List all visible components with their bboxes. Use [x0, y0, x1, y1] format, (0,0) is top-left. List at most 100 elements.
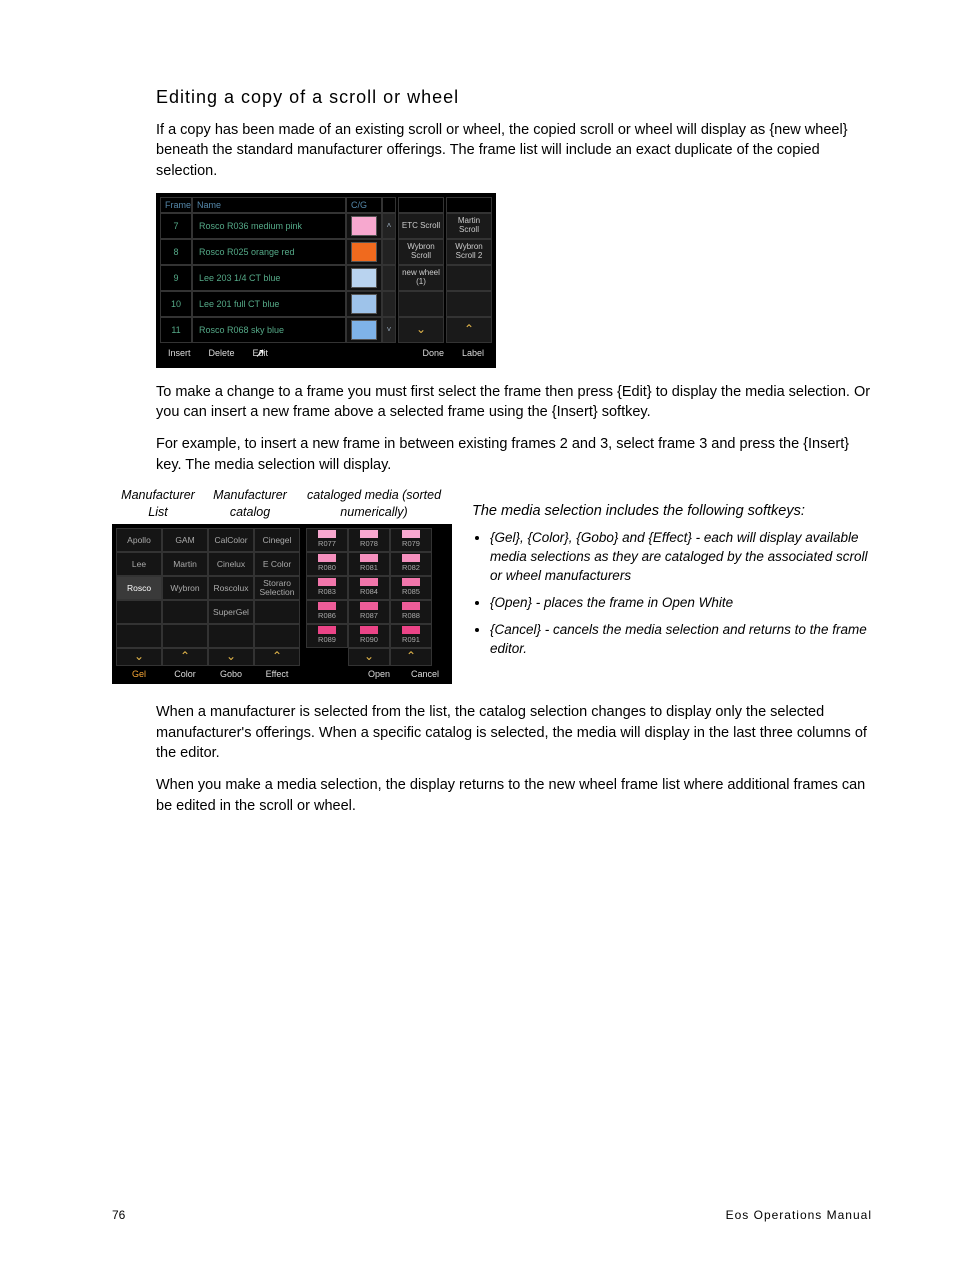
manufacturer-item: [116, 600, 162, 624]
media-item[interactable]: R081: [348, 552, 390, 576]
catalog-item: [254, 600, 300, 624]
frame-number[interactable]: 9: [160, 265, 192, 291]
paragraph-4: When a manufacturer is selected from the…: [156, 702, 872, 763]
media-item[interactable]: R078: [348, 528, 390, 552]
edit-button[interactable]: Edit: [253, 347, 269, 360]
col-cg: C/G: [346, 197, 382, 213]
color-softkey[interactable]: Color: [162, 668, 208, 681]
softkey-list: {Gel}, {Color}, {Gobo} and {Effect} - ea…: [472, 529, 872, 658]
catalog-item[interactable]: E Color: [254, 552, 300, 576]
manufacturer-item[interactable]: Lee: [116, 552, 162, 576]
manufacturer-item: [162, 624, 208, 648]
catalog-item[interactable]: Roscolux: [208, 576, 254, 600]
media-item[interactable]: R088: [390, 600, 432, 624]
softkey-list-item: {Cancel} - cancels the media selection a…: [490, 621, 872, 659]
scroll-preset-button[interactable]: Wybron Scroll: [398, 239, 444, 265]
frame-swatch: [346, 239, 382, 265]
scroll-preset-button[interactable]: new wheel (1): [398, 265, 444, 291]
manufacturer-item[interactable]: Apollo: [116, 528, 162, 552]
softkey-intro: The media selection includes the followi…: [472, 501, 872, 521]
scroll-preset-button[interactable]: [446, 291, 492, 317]
page-down-button[interactable]: ⌄: [398, 317, 444, 343]
frame-number[interactable]: 10: [160, 291, 192, 317]
label-button[interactable]: Label: [462, 347, 484, 360]
media-item[interactable]: R087: [348, 600, 390, 624]
fig2-column-labels: Manufacturer List Manufacturer catalog c…: [112, 487, 452, 522]
softkey-list-item: {Open} - places the frame in Open White: [490, 594, 872, 613]
paragraph-2: To make a change to a frame you must fir…: [156, 382, 872, 423]
page-number: 76: [112, 1207, 125, 1224]
frame-name[interactable]: Rosco R068 sky blue: [192, 317, 346, 343]
catalog-item[interactable]: CalColor: [208, 528, 254, 552]
manufacturer-item: [162, 600, 208, 624]
media-item[interactable]: R084: [348, 576, 390, 600]
paragraph-5: When you make a media selection, the dis…: [156, 775, 872, 816]
scrollbar[interactable]: ˄: [382, 213, 396, 239]
media-item[interactable]: R085: [390, 576, 432, 600]
frame-name[interactable]: Lee 201 full CT blue: [192, 291, 346, 317]
open-softkey[interactable]: Open: [356, 668, 402, 681]
manufacturer-item[interactable]: GAM: [162, 528, 208, 552]
media-item[interactable]: R086: [306, 600, 348, 624]
paragraph-1: If a copy has been made of an existing s…: [156, 120, 872, 181]
media-item[interactable]: R090: [348, 624, 390, 648]
scrollbar[interactable]: [382, 291, 396, 317]
cancel-softkey[interactable]: Cancel: [402, 668, 448, 681]
frame-swatch: [346, 291, 382, 317]
catalog-item: [254, 624, 300, 648]
catalog-item[interactable]: Storaro Selection: [254, 576, 300, 600]
catalog-item[interactable]: SuperGel: [208, 600, 254, 624]
media-item[interactable]: R082: [390, 552, 432, 576]
manufacturer-item: [116, 624, 162, 648]
frame-name[interactable]: Lee 203 1/4 CT blue: [192, 265, 346, 291]
media-selection-screenshot: ApolloLeeRoscoGAMMartinWybronCalColorCin…: [112, 524, 452, 685]
frame-number[interactable]: 8: [160, 239, 192, 265]
page-down-button[interactable]: ⌄: [348, 648, 390, 666]
media-item[interactable]: R077: [306, 528, 348, 552]
scrollbar[interactable]: [382, 265, 396, 291]
manual-title: Eos Operations Manual: [726, 1207, 872, 1224]
frame-number[interactable]: 7: [160, 213, 192, 239]
frame-name[interactable]: Rosco R025 orange red: [192, 239, 346, 265]
col-name: Name: [192, 197, 346, 213]
page-up-button[interactable]: ⌃: [390, 648, 432, 666]
page-up-button[interactable]: ⌃: [446, 317, 492, 343]
frame-editor-screenshot: Frame Name C/G 7Rosco R036 medium pink˄E…: [156, 193, 496, 368]
col-frame: Frame: [160, 197, 192, 213]
media-item[interactable]: R089: [306, 624, 348, 648]
media-item[interactable]: R080: [306, 552, 348, 576]
catalog-item[interactable]: Cinegel: [254, 528, 300, 552]
media-item[interactable]: R091: [390, 624, 432, 648]
page-up-button[interactable]: ⌃: [254, 648, 300, 666]
media-item[interactable]: R079: [390, 528, 432, 552]
insert-button[interactable]: Insert: [168, 347, 191, 360]
scroll-preset-button[interactable]: Wybron Scroll 2: [446, 239, 492, 265]
page-up-button[interactable]: ⌃: [162, 648, 208, 666]
page-down-button[interactable]: ⌄: [208, 648, 254, 666]
frame-swatch: [346, 265, 382, 291]
gel-softkey[interactable]: Gel: [116, 668, 162, 681]
catalog-item[interactable]: Cinelux: [208, 552, 254, 576]
frame-name[interactable]: Rosco R036 medium pink: [192, 213, 346, 239]
manufacturer-item[interactable]: Martin: [162, 552, 208, 576]
scrollbar[interactable]: [382, 239, 396, 265]
media-item[interactable]: R083: [306, 576, 348, 600]
section-heading: Editing a copy of a scroll or wheel: [156, 85, 872, 110]
paragraph-3: For example, to insert a new frame in be…: [156, 434, 872, 475]
gobo-softkey[interactable]: Gobo: [208, 668, 254, 681]
scroll-preset-button[interactable]: [398, 291, 444, 317]
done-button[interactable]: Done: [422, 347, 444, 360]
page-down-button[interactable]: ⌄: [116, 648, 162, 666]
delete-button[interactable]: Delete: [209, 347, 235, 360]
softkey-list-item: {Gel}, {Color}, {Gobo} and {Effect} - ea…: [490, 529, 872, 586]
frame-swatch: [346, 317, 382, 343]
scroll-preset-button[interactable]: ETC Scroll: [398, 213, 444, 239]
manufacturer-item[interactable]: Wybron: [162, 576, 208, 600]
frame-swatch: [346, 213, 382, 239]
scroll-preset-button[interactable]: [446, 265, 492, 291]
effect-softkey[interactable]: Effect: [254, 668, 300, 681]
scroll-preset-button[interactable]: Martin Scroll: [446, 213, 492, 239]
manufacturer-item[interactable]: Rosco: [116, 576, 162, 600]
frame-number[interactable]: 11: [160, 317, 192, 343]
scrollbar[interactable]: ˅: [382, 317, 396, 343]
